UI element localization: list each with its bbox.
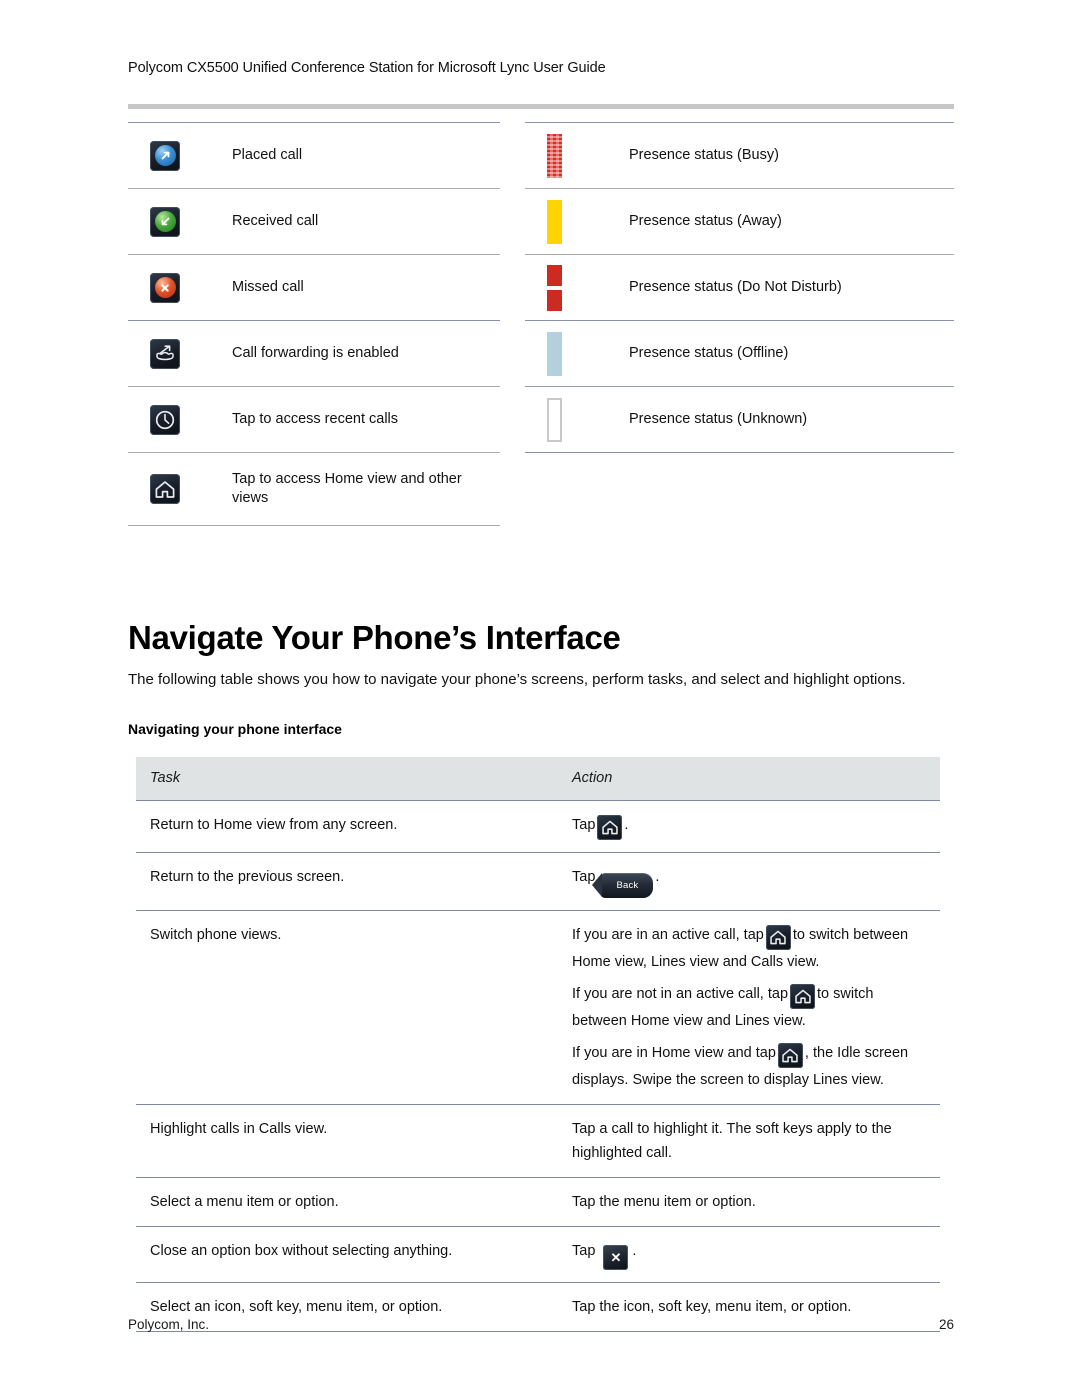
legend-icon-cell [525, 264, 629, 311]
column-header-task: Task [136, 757, 560, 801]
table-row: Presence status (Busy) [525, 122, 954, 188]
presence-unknown-bar [547, 397, 562, 442]
legend-icon-cell [128, 404, 232, 435]
action-cell: Tap a call to highlight it. The soft key… [560, 1104, 940, 1178]
task-cell: Highlight calls in Calls view. [136, 1104, 560, 1178]
home-icon [150, 474, 180, 504]
header-divider [128, 104, 954, 109]
action-text: If you are in Home view and tap [572, 1045, 776, 1061]
missed-call-icon [150, 272, 180, 303]
action-cell: Tap . [560, 800, 940, 853]
intro-paragraph: The following table shows you how to nav… [128, 671, 906, 688]
table-bottom-border [525, 452, 954, 453]
legend-label: Placed call [232, 147, 303, 163]
action-text: Tap [572, 817, 596, 833]
task-cell: Close an option box without selecting an… [136, 1226, 560, 1283]
presence-icon-legend-table: Presence status (Busy) Presence status (… [525, 122, 954, 453]
table-row: Received call [128, 188, 500, 254]
presence-dnd-bar [547, 264, 562, 311]
table-row: Return to Home view from any screen. Tap… [136, 800, 940, 853]
legend-label: Tap to access recent calls [232, 411, 399, 427]
placed-call-icon [150, 140, 180, 171]
table-row: Presence status (Do Not Disturb) [525, 254, 954, 320]
running-header: Polycom CX5500 Unified Conference Statio… [128, 60, 606, 76]
legend-label: Presence status (Offline) [629, 345, 789, 361]
table-row: Tap to access recent calls [128, 386, 500, 452]
action-cell: Tap the menu item or option. [560, 1177, 940, 1227]
action-text: Tap [572, 1243, 596, 1259]
page-title: Navigate Your Phone’s Interface [128, 619, 621, 657]
legend-label: Received call [232, 213, 319, 229]
task-cell: Switch phone views. [136, 910, 560, 1105]
legend-icon-cell [525, 331, 629, 376]
action-text-suffix: . [624, 817, 629, 833]
table-row: Close an option box without selecting an… [136, 1226, 940, 1283]
action-paragraph: If you are in Home view and tap , the Id… [572, 1041, 928, 1092]
action-cell: Tap ✕. [560, 1226, 940, 1283]
action-text: If you are not in an active call, tap [572, 986, 789, 1002]
action-cell: If you are in an active call, tap to swi… [560, 910, 940, 1105]
table-caption: Navigating your phone interface [128, 721, 342, 737]
task-cell: Select a menu item or option. [136, 1177, 560, 1227]
table-bottom-border [128, 525, 500, 526]
document-page: Polycom CX5500 Unified Conference Statio… [0, 0, 1080, 1397]
legend-label: Tap to access Home view and other views [232, 471, 462, 506]
legend-icon-cell [128, 474, 232, 504]
legend-icon-cell [128, 272, 232, 303]
legend-icon-cell [128, 140, 232, 171]
legend-label: Call forwarding is enabled [232, 345, 399, 361]
legend-label: Missed call [232, 279, 304, 295]
legend-icon-cell [525, 199, 629, 244]
legend-icon-cell [525, 133, 629, 178]
table-header-row: Task Action [136, 757, 940, 801]
home-icon [765, 925, 791, 950]
call-icon-legend-table: Placed call Received call Missed call Ca… [128, 122, 500, 526]
presence-busy-bar [547, 133, 562, 178]
table-row: Highlight calls in Calls view. Tap a cal… [136, 1104, 940, 1178]
table-row: Switch phone views. If you are in an act… [136, 910, 940, 1105]
table-row: Missed call [128, 254, 500, 320]
legend-label: Presence status (Do Not Disturb) [629, 279, 842, 295]
table-row: Placed call [128, 122, 500, 188]
presence-away-bar [547, 199, 562, 244]
column-header-action: Action [560, 757, 940, 801]
action-paragraph: If you are not in an active call, tap to… [572, 982, 928, 1033]
navigating-your-phone-interface-table: Task Action Return to Home view from any… [136, 757, 940, 1332]
legend-icon-cell [128, 338, 232, 369]
table-row: Presence status (Unknown) [525, 386, 954, 452]
close-x-icon: ✕ [603, 1245, 629, 1270]
task-cell: Return to the previous screen. [136, 852, 560, 911]
action-text: If you are in an active call, tap [572, 927, 764, 943]
home-icon [597, 815, 623, 840]
recent-calls-clock-icon [150, 404, 180, 435]
table-row: Call forwarding is enabled [128, 320, 500, 386]
table-row: Presence status (Offline) [525, 320, 954, 386]
action-text-suffix: . [655, 869, 660, 885]
action-paragraph: If you are in an active call, tap to swi… [572, 923, 928, 974]
home-icon [777, 1043, 803, 1068]
legend-label: Presence status (Busy) [629, 147, 779, 163]
legend-label: Presence status (Away) [629, 213, 782, 229]
legend-icon-cell [525, 397, 629, 442]
back-key-icon: Back [592, 873, 654, 898]
home-icon [790, 984, 816, 1009]
footer-page-number: 26 [938, 1317, 954, 1332]
received-call-icon [150, 206, 180, 237]
call-forwarding-icon [150, 338, 180, 369]
legend-label: Presence status (Unknown) [629, 411, 808, 427]
action-text-suffix: . [632, 1243, 637, 1259]
legend-icon-cell [128, 206, 232, 237]
table-row: Select a menu item or option. Tap the me… [136, 1177, 940, 1227]
table-row: Presence status (Away) [525, 188, 954, 254]
action-cell: Tap Back. [560, 852, 940, 911]
presence-offline-bar [547, 331, 562, 376]
table-row: Return to the previous screen. Tap Back. [136, 852, 940, 911]
task-cell: Return to Home view from any screen. [136, 800, 560, 853]
table-row: Tap to access Home view and other views [128, 452, 500, 525]
